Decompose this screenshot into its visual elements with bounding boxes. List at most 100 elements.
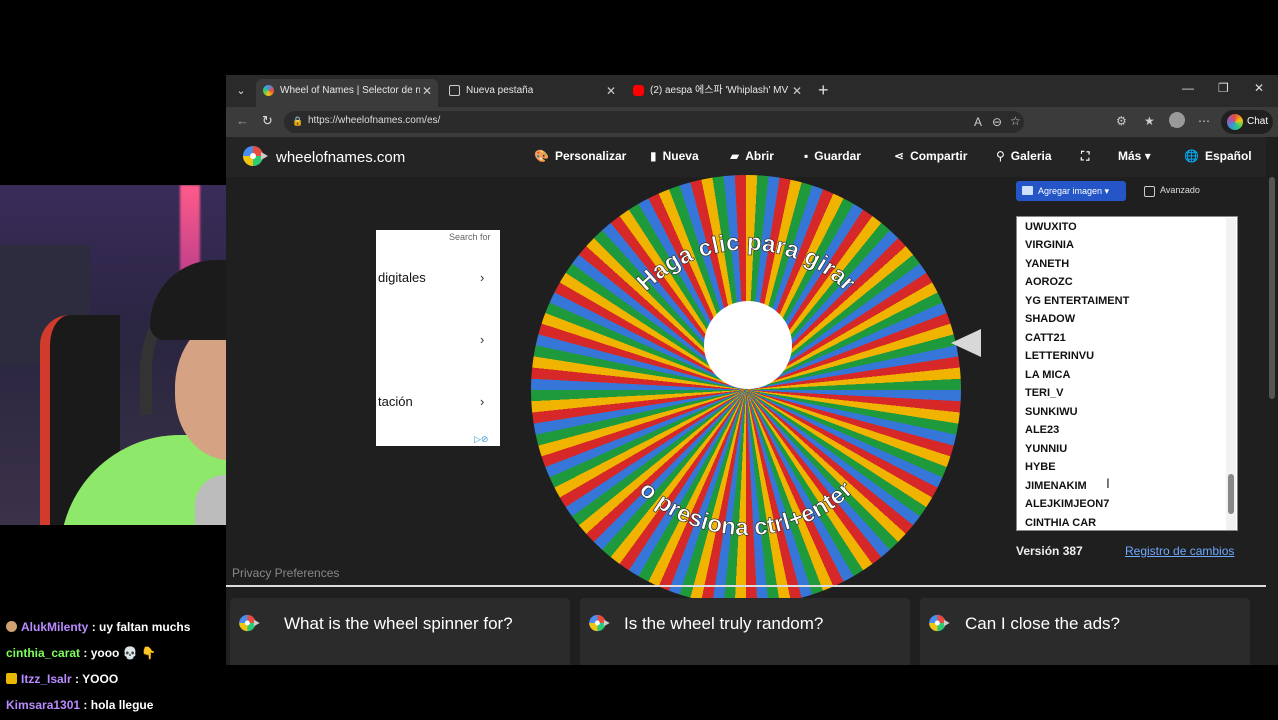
menu-label: Nueva	[662, 149, 699, 163]
entry-item: YANETH	[1025, 258, 1070, 270]
menu-personalizar[interactable]: 🎨 Personalizar	[534, 149, 626, 163]
address-bar: ← ↻ 🔒 https://wheelofnames.com/es/ A ⊖ ☆…	[226, 107, 1278, 137]
faq-card[interactable]: Is the wheel truly random?	[580, 598, 910, 665]
copilot-icon	[1227, 114, 1243, 130]
tracking-icon[interactable]: ⊖	[992, 115, 1002, 129]
wheelofnames-logo-icon[interactable]	[242, 145, 268, 167]
menu-galeria[interactable]: ⚲ Galeria	[996, 149, 1052, 163]
entry-item: ALE23	[1025, 424, 1060, 436]
wheel-text-overlay: Haga clic para girar o presiona ctrl+ent…	[631, 229, 861, 542]
wheel-logo-icon	[589, 614, 610, 632]
faq-card[interactable]: What is the wheel spinner for?	[230, 598, 570, 665]
minimize-icon[interactable]: —	[1182, 81, 1194, 95]
chat-text: : uy faltan muchs	[91, 620, 191, 634]
translate-icon[interactable]: A	[974, 115, 982, 129]
site-info-icon[interactable]: 🔒	[292, 116, 303, 127]
tab-new-tab[interactable]: Nueva pestaña ✕	[442, 79, 622, 107]
add-image-button[interactable]: Agregar imagen ▾	[1016, 181, 1126, 201]
entry-item: VIRGINIA	[1025, 239, 1074, 251]
tab-bar: ⌄ Wheel of Names | Selector de nombres ✕…	[226, 75, 1278, 107]
close-window-icon[interactable]: ✕	[1254, 81, 1264, 95]
chat-message: Kimsara1301 : hola llegue	[6, 698, 153, 712]
language-selector[interactable]: 🌐 Español	[1184, 149, 1252, 163]
chat-username: Kimsara1301	[6, 698, 81, 712]
wheel-favicon-icon	[263, 85, 274, 96]
entry-item: HYBE	[1025, 461, 1056, 473]
back-arrow-icon[interactable]: ←	[236, 113, 249, 128]
entry-item: LETTERINVU	[1025, 350, 1095, 362]
chat-message: AlukMilenty : uy faltan muchs	[6, 620, 190, 634]
site-header: wheelofnames.com 🎨 Personalizar ▮ Nueva ▰ A…	[226, 137, 1266, 177]
palette-icon: 🎨	[534, 149, 549, 163]
tab-title: Wheel of Names | Selector de nombres	[280, 85, 420, 96]
youtube-icon	[633, 85, 644, 96]
extensions-icon[interactable]: ⚙	[1116, 114, 1127, 128]
save-disk-icon: ▪	[804, 149, 809, 163]
chevron-right-icon[interactable]: ›	[480, 270, 484, 285]
chat-text: : yooo 💀 👇	[83, 646, 156, 660]
tab-youtube[interactable]: (2) aespa 에스파 'Whiplash' MV - YouTube ✕	[626, 79, 808, 107]
wheel-area[interactable]: Haga clic para girar o presiona ctrl+ent…	[531, 175, 981, 655]
entry-item: AOROZC	[1025, 276, 1073, 288]
new-tab-plus-icon[interactable]: +	[818, 80, 829, 100]
share-icon: ⋖	[894, 149, 905, 163]
restore-icon[interactable]: ❐	[1218, 81, 1229, 95]
advanced-label: Avanzado	[1160, 185, 1200, 195]
entry-item: YUNNIU	[1025, 443, 1068, 455]
faq-question: Can I close the ads?	[965, 614, 1120, 633]
favorites-icon[interactable]: ★	[1144, 114, 1155, 128]
ad-row-label[interactable]: tación	[378, 394, 413, 409]
faq-card[interactable]: Can I close the ads?	[920, 598, 1250, 665]
entry-item: LA MICA	[1025, 369, 1071, 381]
entry-item: CATT21	[1025, 332, 1066, 344]
entry-item: TERI_V	[1025, 387, 1064, 399]
page-icon	[449, 85, 460, 96]
favorite-star-icon[interactable]: ☆	[1010, 114, 1021, 128]
close-tab-icon[interactable]: ✕	[606, 79, 616, 103]
reload-icon[interactable]: ↻	[262, 113, 273, 129]
privacy-preferences-link[interactable]: Privacy Preferences	[232, 566, 339, 580]
page-scrollbar[interactable]	[1266, 137, 1278, 665]
wheel-top-text: Haga clic para girar	[632, 229, 861, 297]
menu-label: Abrir	[745, 149, 774, 163]
profile-avatar-icon[interactable]	[1169, 112, 1185, 128]
advanced-checkbox[interactable]	[1144, 186, 1155, 197]
advertisement-panel[interactable]: Search for digitales › › tación › ▷⊘	[376, 230, 500, 446]
entries-scroll-thumb[interactable]	[1228, 474, 1234, 514]
ad-row-label[interactable]: digitales	[378, 270, 426, 285]
chat-message: cinthia_carat : yooo 💀 👇	[6, 646, 156, 660]
menu-label: Guardar	[814, 149, 861, 163]
copilot-chat-button[interactable]: Chat	[1221, 110, 1273, 134]
menu-abrir[interactable]: ▰ Abrir	[730, 149, 774, 163]
add-image-label: Agregar imagen	[1038, 186, 1103, 196]
search-icon: ⚲	[996, 149, 1005, 163]
close-tab-icon[interactable]: ✕	[422, 79, 432, 103]
wheel-pointer-arrow	[951, 329, 981, 357]
version-label: Versión 387	[1016, 544, 1083, 558]
menu-compartir[interactable]: ⋖ Compartir	[894, 149, 967, 163]
tab-list-dropdown-icon[interactable]: ⌄	[230, 81, 252, 101]
chevron-right-icon[interactable]: ›	[480, 332, 484, 347]
site-logo-text[interactable]: wheelofnames.com	[276, 149, 405, 166]
url-field[interactable]: 🔒 https://wheelofnames.com/es/ A ⊖ ☆	[284, 111, 1024, 133]
menu-nueva[interactable]: ▮ Nueva	[650, 149, 699, 163]
close-tab-icon[interactable]: ✕	[792, 79, 802, 103]
entry-item: SUNKIWU	[1025, 406, 1078, 418]
more-menu-icon[interactable]: ⋯	[1198, 114, 1210, 128]
wheel-center-hub[interactable]	[704, 301, 792, 389]
tab-wheel-of-names[interactable]: Wheel of Names | Selector de nombres ✕	[256, 79, 438, 107]
changelog-link[interactable]: Registro de cambios	[1125, 544, 1234, 558]
page-scroll-thumb[interactable]	[1269, 177, 1275, 399]
adchoices-icon[interactable]: ▷⊘	[474, 434, 488, 445]
faq-question: Is the wheel truly random?	[624, 614, 824, 633]
entries-textarea[interactable]: UWUXITO VIRGINIA YANETH AOROZC YG ENTERT…	[1016, 216, 1238, 531]
chat-text: : hola llegue	[83, 698, 154, 712]
faq-question: What is the wheel spinner for?	[284, 614, 513, 633]
menu-label: Compartir	[910, 149, 968, 163]
entries-scrollbar[interactable]	[1226, 218, 1236, 530]
fullscreen-icon[interactable]: ⛶	[1081, 149, 1089, 164]
chevron-right-icon[interactable]: ›	[480, 394, 484, 409]
chat-username: Itzz_Isalr	[21, 672, 72, 686]
menu-mas[interactable]: Más ▾	[1118, 149, 1151, 163]
menu-guardar[interactable]: ▪ Guardar	[804, 149, 861, 163]
